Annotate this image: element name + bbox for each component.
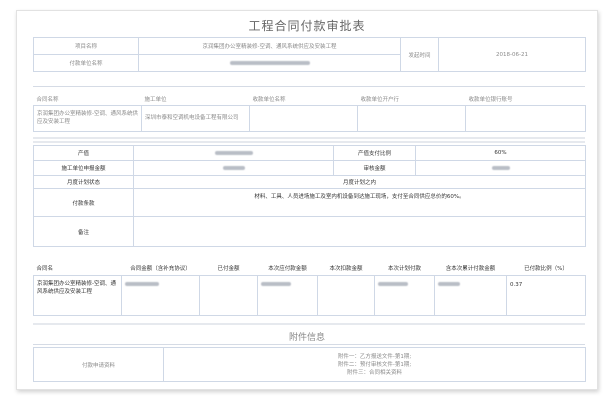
project-name-value: 京润集团办公室精装修-空调、通风系统供应及安装工程 <box>138 37 401 55</box>
units-header-payee: 收款单位名称 <box>252 96 286 103</box>
attachments-label: 付款申请资料 <box>33 347 164 382</box>
contract-header-due: 本次应付款金额 <box>257 261 318 276</box>
declared-value <box>133 160 334 176</box>
units-payee-value <box>249 104 358 132</box>
contract-header-cumulative: 含本次累计付款金额 <box>434 261 507 276</box>
units-header-contract: 合同名称 <box>36 96 59 103</box>
contract-header-plan: 本次计划付款 <box>374 261 435 276</box>
plan-status-value: 月度计划之内 <box>133 175 586 189</box>
attachment-link-3[interactable]: 附件三：合同相关资料 <box>167 369 582 377</box>
units-table: 合同名称 施工单位 收款单位名称 收款单位开户行 收款单位银行账号 京润集团办公… <box>33 93 586 132</box>
contract-row-name: 京润集团办公室精装修-空调、通风系统供应及安装工程 <box>33 274 122 316</box>
project-name-label: 项目名称 <box>33 37 139 55</box>
attachment-link-2[interactable]: 附件二：预付审核文件-第1期; <box>167 361 582 369</box>
contract-header-paid: 已付金额 <box>199 261 258 276</box>
date-value: 2018-06-21 <box>438 37 586 72</box>
plan-status-label: 月度计划状态 <box>33 175 134 189</box>
contract-row-deduct <box>317 274 375 316</box>
remark-value <box>133 216 586 247</box>
output-ratio-label: 产值支付比例 <box>333 145 416 161</box>
units-header-account: 收款单位银行账号 <box>468 96 513 103</box>
terms-value: 材料、工具、人员进场施工及室内机设备到达施工现场，支付至合同供应总价的60%。 <box>133 188 586 217</box>
contract-row-paid <box>199 274 258 316</box>
declared-label: 施工单位申报金额 <box>33 160 134 176</box>
audit-value <box>415 160 586 176</box>
form-title: 工程合同付款审批表 <box>248 19 366 33</box>
contract-header-name: 合同名 <box>33 261 122 276</box>
attachment-link-1[interactable]: 附件一：乙方报送文件-第1期; <box>167 353 582 361</box>
contract-row-due <box>257 274 318 316</box>
contract-row-plan <box>374 274 435 316</box>
contract-row-cumulative <box>434 274 507 316</box>
contract-row-amount <box>121 274 200 316</box>
units-header-bank: 收款单位开户行 <box>360 96 400 103</box>
date-label: 发起时间 <box>400 37 439 72</box>
contract-row-ratio: 0.37 <box>506 274 586 316</box>
contract-header-ratio: 已付款比例（%） <box>506 261 586 276</box>
contract-header-amount: 合同金额（含补充协议） <box>121 261 200 276</box>
remark-label: 备注 <box>33 216 134 247</box>
audit-label: 审核金额 <box>333 160 416 176</box>
contract-header-deduct: 本次扣款金额 <box>317 261 375 276</box>
terms-label: 付款条款 <box>33 188 134 217</box>
units-account-value <box>465 104 586 132</box>
approval-form: 工程合同付款审批表 项目名称 京润集团办公室精装修-空调、通风系统供应及安装工程… <box>16 10 598 390</box>
units-header-builder: 施工单位 <box>144 96 167 103</box>
payer-label: 付款单位名称 <box>33 54 139 72</box>
attachments-title: 附件信息 <box>288 333 325 343</box>
payer-value <box>138 54 401 72</box>
payment-table: 产值 产值支付比例 60% 施工单位申报金额 审核金额 月度计划状态 月度计划之… <box>33 145 586 247</box>
output-ratio-value: 60% <box>415 145 586 161</box>
units-contract-value: 京润集团办公室精装修-空调、通风系统供应及安装工程 <box>33 104 142 132</box>
contract-table: 合同名 合同金额（含补充协议） 已付金额 本次应付款金额 本次扣款金额 本次计划… <box>33 261 586 316</box>
output-value <box>133 145 334 161</box>
units-bank-value <box>357 104 466 132</box>
output-label: 产值 <box>33 145 134 161</box>
units-builder-value: 深圳市泰和空调机电设备工程有限公司 <box>141 104 250 132</box>
project-info-table: 项目名称 京润集团办公室精装修-空调、通风系统供应及安装工程 发起时间 2018… <box>33 37 586 72</box>
attachments-table: 付款申请资料 附件一：乙方报送文件-第1期; 附件二：预付审核文件-第1期; 附… <box>33 347 586 382</box>
